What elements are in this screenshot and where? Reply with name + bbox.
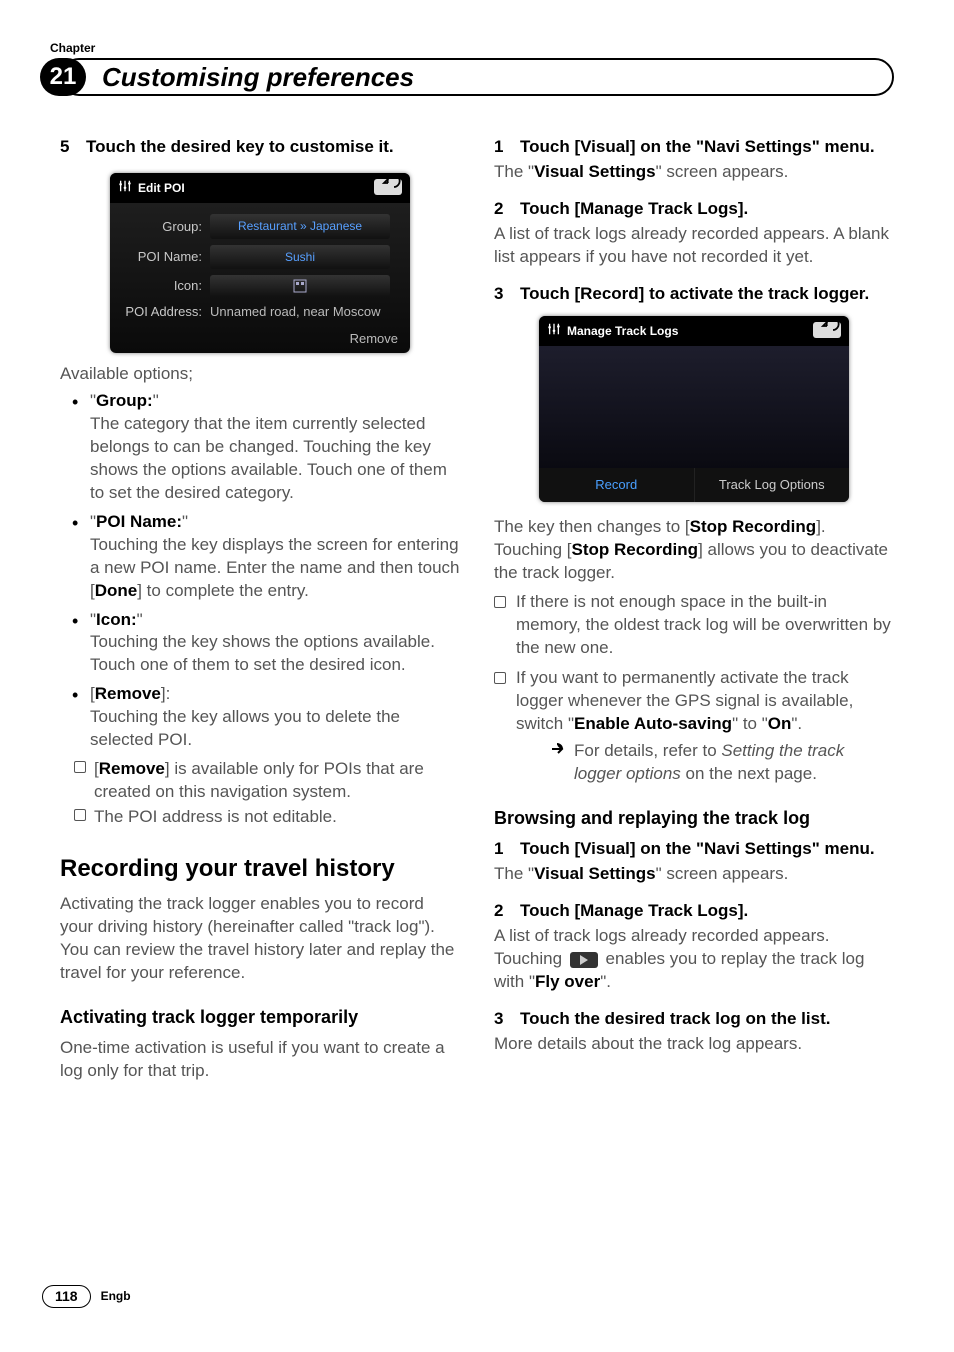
recording-intro: Activating the track logger enables you … bbox=[60, 893, 460, 985]
settings-icon bbox=[118, 179, 132, 197]
chapter-title: Customising preferences bbox=[60, 58, 894, 96]
opt-group-desc: The category that the item currently sel… bbox=[90, 414, 447, 502]
chapter-bar: 21 Customising preferences bbox=[60, 58, 894, 96]
b-step1-after: The "Visual Settings" screen appears. bbox=[494, 863, 894, 886]
poiname-value[interactable]: Sushi bbox=[210, 245, 390, 269]
checkbox-icon bbox=[494, 672, 506, 684]
options-head: Available options; bbox=[60, 363, 460, 386]
record-button[interactable]: Record bbox=[539, 468, 695, 502]
opt-icon: "Icon:" Touching the key shows the optio… bbox=[90, 609, 460, 678]
addr-value: Unnamed road, near Moscow bbox=[210, 303, 381, 321]
note-memory: If there is not enough space in the buil… bbox=[516, 591, 894, 660]
r-step-1: 1 Touch [Visual] on the "Navi Settings" … bbox=[494, 136, 894, 159]
left-column: 5 Touch the desired key to customise it.… bbox=[60, 136, 460, 1087]
settings-icon bbox=[547, 322, 561, 340]
page-number: 118 bbox=[42, 1285, 91, 1308]
b-step2-after: A list of track logs already recorded ap… bbox=[494, 925, 894, 994]
checkbox-icon bbox=[74, 761, 86, 773]
ss1-title-bar: Edit POI bbox=[110, 173, 410, 203]
opt-poi-name: "POI Name:" Touching the key displays th… bbox=[90, 511, 460, 603]
b-step3-after: More details about the track log appears… bbox=[494, 1033, 894, 1056]
reference-arrow-icon bbox=[550, 740, 566, 786]
play-icon[interactable] bbox=[570, 952, 598, 968]
chapter-number: 21 bbox=[40, 58, 86, 96]
opt-group: "Group:" The category that the item curr… bbox=[90, 390, 460, 505]
step-5: 5 Touch the desired key to customise it. bbox=[60, 136, 460, 159]
track-notes-list: If there is not enough space in the buil… bbox=[494, 591, 894, 787]
note-address: The POI address is not editable. bbox=[60, 806, 460, 829]
icon-value[interactable] bbox=[210, 275, 390, 297]
step-number: 5 bbox=[60, 136, 74, 159]
ss2-title-text: Manage Track Logs bbox=[567, 323, 678, 339]
heading-recording: Recording your travel history bbox=[60, 853, 460, 885]
edit-poi-screenshot: Edit POI Group:Restaurant » Japanese POI… bbox=[110, 173, 410, 353]
group-label: Group: bbox=[110, 218, 210, 236]
checkbox-icon bbox=[494, 596, 506, 608]
b-step-1: 1 Touch [Visual] on the "Navi Settings" … bbox=[494, 838, 894, 861]
manage-track-logs-screenshot: Manage Track Logs Record Track Log Optio… bbox=[539, 316, 849, 502]
ref-link: For details, refer to Setting the track … bbox=[516, 740, 894, 786]
heading-activating-temp: Activating track logger temporarily bbox=[60, 1005, 460, 1029]
addr-label: POI Address: bbox=[110, 303, 210, 321]
back-icon[interactable] bbox=[813, 322, 841, 342]
poiname-label: POI Name: bbox=[110, 248, 210, 266]
remove-button[interactable]: Remove bbox=[350, 330, 398, 348]
stop-recording-para: The key then changes to [Stop Recording]… bbox=[494, 516, 894, 585]
b-step-2: 2 Touch [Manage Track Logs]. bbox=[494, 900, 894, 923]
note-autosave: If you want to permanently activate the … bbox=[516, 667, 894, 786]
opt-remove: [Remove]: Touching the key allows you to… bbox=[90, 683, 460, 752]
heading-browsing: Browsing and replaying the track log bbox=[494, 806, 894, 830]
r-step2-after: A list of track logs already recorded ap… bbox=[494, 223, 894, 269]
step-text: Touch the desired key to customise it. bbox=[86, 136, 394, 159]
ss1-title-text: Edit POI bbox=[138, 180, 185, 196]
language-code: Engb bbox=[101, 1288, 131, 1304]
r-step1-after: The "Visual Settings" screen appears. bbox=[494, 161, 894, 184]
r-step-2: 2 Touch [Manage Track Logs]. bbox=[494, 198, 894, 221]
ss2-title-bar: Manage Track Logs bbox=[539, 316, 849, 346]
r-step-3: 3 Touch [Record] to activate the track l… bbox=[494, 283, 894, 306]
back-icon[interactable] bbox=[374, 179, 402, 199]
page-footer: 118 Engb bbox=[42, 1285, 131, 1308]
options-list: "Group:" The category that the item curr… bbox=[60, 390, 460, 752]
activating-temp-para: One-time activation is useful if you wan… bbox=[60, 1037, 460, 1083]
note-remove-availability: [Remove] is available only for POIs that… bbox=[60, 758, 460, 804]
chapter-label: Chapter bbox=[50, 40, 894, 56]
icon-label: Icon: bbox=[110, 277, 210, 295]
track-log-options-button[interactable]: Track Log Options bbox=[695, 468, 850, 502]
right-column: 1 Touch [Visual] on the "Navi Settings" … bbox=[494, 136, 894, 1087]
b-step-3: 3 Touch the desired track log on the lis… bbox=[494, 1008, 894, 1031]
checkbox-icon bbox=[74, 809, 86, 821]
group-value[interactable]: Restaurant » Japanese bbox=[210, 214, 390, 238]
